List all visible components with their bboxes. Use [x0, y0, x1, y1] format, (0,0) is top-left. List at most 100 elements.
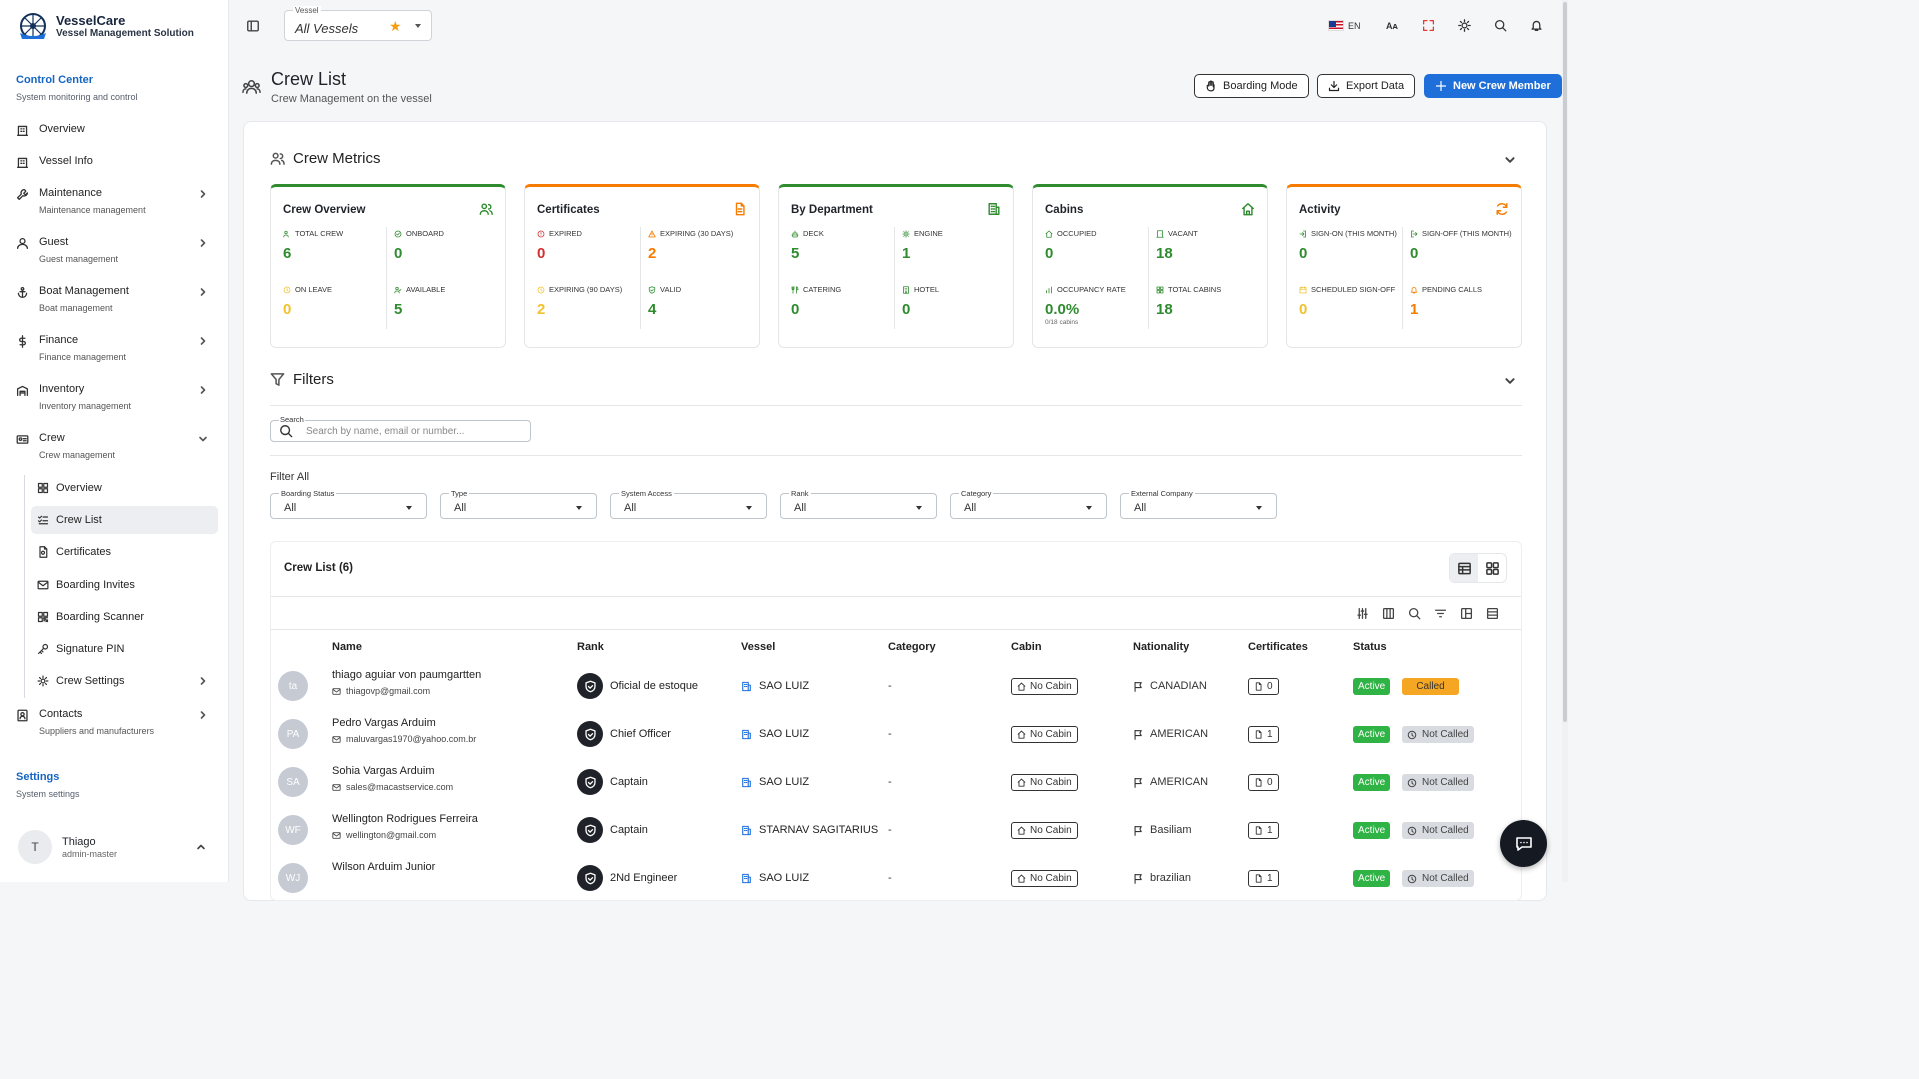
subitem-label: Overview [56, 482, 102, 494]
select-value: All [284, 502, 297, 514]
chat-button[interactable] [1500, 820, 1547, 867]
shield-check-icon [648, 286, 656, 294]
table-view-button[interactable] [1450, 554, 1478, 582]
sidebar-subitem-boarding-invites[interactable]: Boarding Invites [31, 571, 218, 599]
certificates-chip[interactable]: 1 [1248, 870, 1279, 887]
sidebar-subitem-crew-settings[interactable]: Crew Settings [31, 667, 218, 695]
bell-icon[interactable] [1530, 19, 1543, 32]
column-header-certificates[interactable]: Certificates [1248, 641, 1308, 653]
system-access-select[interactable]: System Access All [610, 489, 767, 519]
chevron-down-icon[interactable] [1504, 375, 1516, 387]
chevron-right-icon [200, 711, 206, 719]
crew-email: thiagovp@gmail.com [332, 686, 430, 696]
search-field[interactable]: Search Search by name, email or number..… [270, 415, 531, 442]
sun-icon[interactable] [1458, 19, 1471, 32]
column-header-nationality[interactable]: Nationality [1133, 641, 1189, 653]
external-company-select[interactable]: External Company All [1120, 489, 1277, 519]
table-row[interactable]: WJ Wilson Arduim Junior 2Nd Engineer SAO… [271, 855, 1521, 903]
column-header-category[interactable]: Category [888, 641, 936, 653]
rank-text: 2Nd Engineer [610, 872, 678, 884]
settings-section[interactable]: Settings System settings [16, 771, 80, 799]
boarding-status-select[interactable]: Boarding Status All [270, 489, 427, 519]
check-circle-icon [394, 230, 402, 238]
crew-metrics-header[interactable]: Crew Metrics [270, 150, 381, 167]
column-header-vessel[interactable]: Vessel [741, 641, 775, 653]
search-icon[interactable] [1494, 19, 1507, 32]
section-title: Control Center [16, 74, 93, 86]
users-icon [479, 203, 493, 215]
sidebar-subitem-crew-list[interactable]: Crew List [31, 506, 218, 534]
language-selector[interactable]: EN [1328, 20, 1361, 31]
crew-name[interactable]: Wilson Arduim Junior [332, 861, 435, 873]
certificates-chip[interactable]: 0 [1248, 678, 1279, 695]
rank-select[interactable]: Rank All [780, 489, 937, 519]
crew-name[interactable]: thiago aguiar von paumgartten [332, 669, 481, 681]
vessel-text: STARNAV SAGITARIUS [759, 824, 879, 836]
column-header-cabin[interactable]: Cabin [1011, 641, 1042, 653]
sidebar-item-finance[interactable]: Finance Finance management [16, 334, 218, 362]
crew-name[interactable]: Pedro Vargas Arduim [332, 717, 436, 729]
sidebar-item-contacts[interactable]: Contacts Suppliers and manufacturers [16, 708, 218, 736]
grid-view-button[interactable] [1478, 554, 1506, 582]
table-filter-button[interactable] [1427, 607, 1453, 620]
column-header-status[interactable]: Status [1353, 641, 1387, 653]
sidebar-toggle-icon[interactable] [246, 19, 260, 33]
brand[interactable]: VesselCare Vessel Management Solution [16, 11, 194, 43]
vessel-select[interactable]: Vessel All Vessels ★ [284, 6, 432, 41]
table-row[interactable]: PA Pedro Vargas Arduim maluvargas1970@ya… [271, 711, 1521, 759]
sidebar-subitem-boarding-scanner[interactable]: Boarding Scanner [31, 603, 218, 631]
scrollbar-thumb[interactable] [1563, 2, 1567, 722]
crew-name[interactable]: Wellington Rodrigues Ferreira [332, 813, 478, 825]
fullscreen-icon[interactable] [1422, 19, 1435, 32]
sidebar-item-boat-management[interactable]: Boat Management Boat management [16, 285, 218, 313]
table-row[interactable]: WF Wellington Rodrigues Ferreira welling… [271, 807, 1521, 855]
call-status-text: Not Called [1422, 729, 1469, 740]
sidebar-item-sub: Inventory management [39, 401, 132, 411]
fullscreen-table-button[interactable] [1479, 607, 1505, 620]
chevron-down-icon[interactable] [1504, 154, 1516, 166]
brand-tagline: Vessel Management Solution [56, 28, 194, 39]
boarding-mode-button[interactable]: Boarding Mode [1194, 74, 1309, 98]
sidebar-subitem-signature-pin[interactable]: Signature PIN [31, 635, 218, 663]
crew-name[interactable]: Sohia Vargas Arduim [332, 765, 435, 777]
warning-icon [648, 230, 656, 238]
sidebar-item-inventory[interactable]: Inventory Inventory management [16, 383, 218, 411]
font-size-icon[interactable]: Aᴀ [1386, 21, 1398, 31]
certificates-chip[interactable]: 1 [1248, 822, 1279, 839]
sidebar-subitem-overview[interactable]: Overview [31, 474, 218, 502]
page-scrollbar[interactable] [1562, 0, 1568, 882]
sidebar-item-vessel-info[interactable]: Vessel Info [16, 155, 218, 169]
user-menu[interactable]: T Thiago admin-master [18, 830, 214, 864]
sidebar-subitem-certificates[interactable]: Certificates [31, 538, 218, 566]
call-status-badge: Not Called [1402, 774, 1474, 791]
sidebar-item-crew[interactable]: Crew Crew management [16, 432, 218, 460]
sidebar-item-guest[interactable]: Guest Guest management [16, 236, 218, 264]
nationality-text: AMERICAN [1150, 776, 1209, 788]
column-header-rank[interactable]: Rank [577, 641, 604, 653]
stat-value: 0 [537, 245, 546, 262]
type-select[interactable]: Type All [440, 489, 597, 519]
certificates-chip[interactable]: 0 [1248, 774, 1279, 791]
topbar: Vessel All Vessels ★ EN Aᴀ [229, 0, 1568, 56]
column-header-name[interactable]: Name [332, 641, 362, 653]
control-center-section[interactable]: Control Center System monitoring and con… [16, 74, 138, 102]
table-search-button[interactable] [1401, 607, 1427, 620]
sidebar-item-maintenance[interactable]: Maintenance Maintenance management [16, 187, 218, 215]
export-data-button[interactable]: Export Data [1317, 74, 1416, 98]
metric-card-certificates: Certificates EXPIRED 0 EXPIRING (30 DAYS)… [524, 184, 760, 348]
favorite-star-icon[interactable]: ★ [389, 19, 402, 33]
stat-available: AVAILABLE 5 [394, 285, 504, 318]
table-title: Crew List (6) [284, 562, 354, 574]
category-select[interactable]: Category All [950, 489, 1107, 519]
density-button[interactable] [1349, 607, 1375, 620]
table-row[interactable]: ta thiago aguiar von paumgartten thiagov… [271, 663, 1521, 711]
columns-button[interactable] [1375, 607, 1401, 620]
table-row[interactable]: SA Sohia Vargas Arduim sales@macastservi… [271, 759, 1521, 807]
export-table-button[interactable] [1453, 607, 1479, 620]
filters-header[interactable]: Filters [270, 371, 334, 388]
certificates-chip[interactable]: 1 [1248, 726, 1279, 743]
search-input[interactable]: Search by name, email or number... [306, 426, 464, 437]
button-label: Boarding Mode [1223, 80, 1298, 92]
new-crew-member-button[interactable]: New Crew Member [1424, 74, 1562, 98]
sidebar-item-overview[interactable]: Overview [16, 123, 218, 137]
